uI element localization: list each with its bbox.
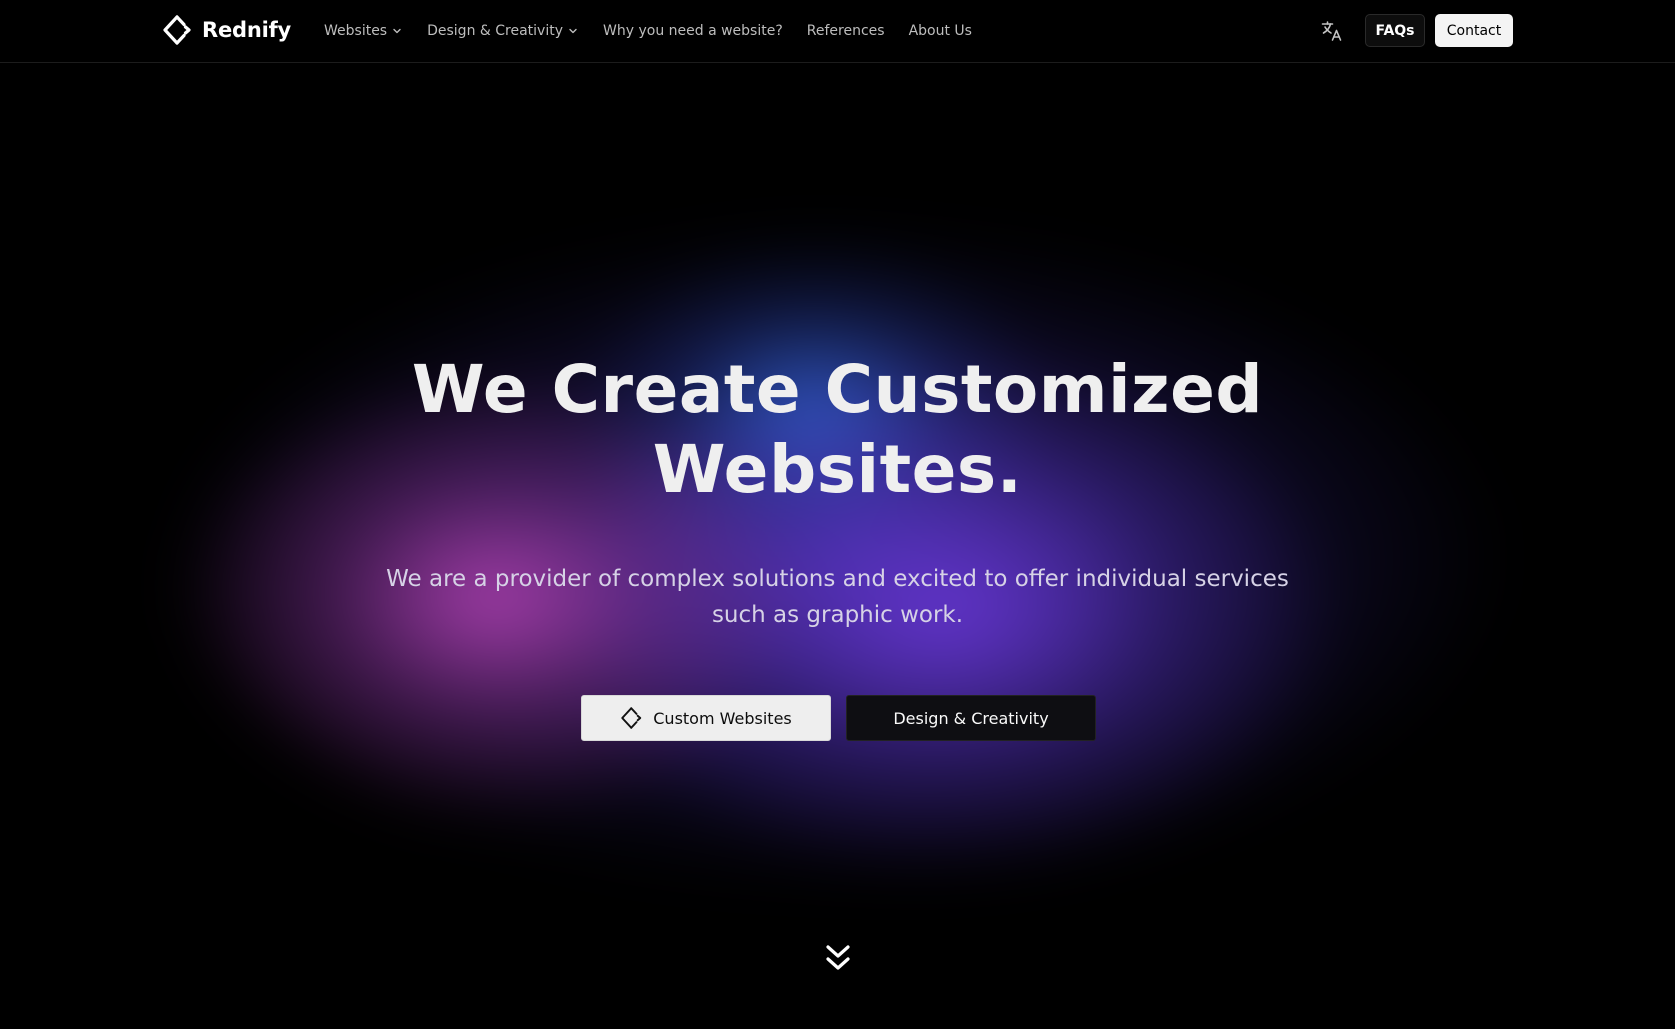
hero-title: We Create Customized Websites.: [0, 350, 1675, 510]
rednify-diamond-logo-icon: [163, 15, 191, 45]
nav-item-why-website[interactable]: Why you need a website?: [603, 23, 783, 39]
hero-subtitle-line: such as graphic work.: [711, 602, 964, 628]
hero-title-line: We Create Customized: [411, 351, 1264, 428]
rednify-diamond-logo-icon: [621, 707, 642, 729]
nav-item-about-us[interactable]: About Us: [909, 23, 972, 39]
hero-title-line: Websites.: [652, 431, 1023, 508]
brand-home-link[interactable]: Rednify: [162, 14, 291, 46]
translate-icon: [1321, 21, 1342, 41]
language-switch-button[interactable]: [1318, 17, 1346, 45]
nav-item-label: Why you need a website?: [603, 23, 783, 39]
scroll-down-button[interactable]: [823, 941, 853, 975]
hero-section: We Create Customized Websites. We are a …: [0, 63, 1675, 1029]
faqs-button[interactable]: FAQs: [1365, 14, 1425, 47]
nav-item-label: About Us: [908, 23, 972, 39]
nav-item-label: Design & Creativity: [427, 23, 564, 39]
brand-name: Rednify: [202, 18, 292, 42]
nav-item-label: References: [806, 23, 885, 39]
design-creativity-label: Design & Creativity: [893, 708, 1049, 728]
main-nav: Websites Design & Creativity Why you nee…: [324, 0, 972, 62]
nav-item-references[interactable]: References: [807, 23, 885, 39]
custom-websites-button[interactable]: Custom Websites: [581, 695, 831, 741]
nav-item-websites[interactable]: Websites: [324, 23, 403, 39]
top-navbar: Rednify Websites Design & Creativity Why…: [0, 0, 1675, 63]
nav-item-label: Websites: [324, 23, 388, 39]
hero-subtitle-line: We are a provider of complex solutions a…: [386, 566, 1289, 592]
hero-subtitle: We are a provider of complex solutions a…: [0, 561, 1675, 633]
nav-item-design-creativity[interactable]: Design & Creativity: [427, 23, 579, 39]
design-creativity-button[interactable]: Design & Creativity: [846, 695, 1096, 741]
chevron-down-icon: [393, 28, 401, 34]
contact-button[interactable]: Contact: [1435, 14, 1513, 47]
custom-websites-label: Custom Websites: [653, 708, 792, 728]
double-chevron-down-icon: [826, 945, 850, 970]
chevron-down-icon: [569, 28, 577, 34]
hero-gradient-glow: [175, 228, 1505, 888]
